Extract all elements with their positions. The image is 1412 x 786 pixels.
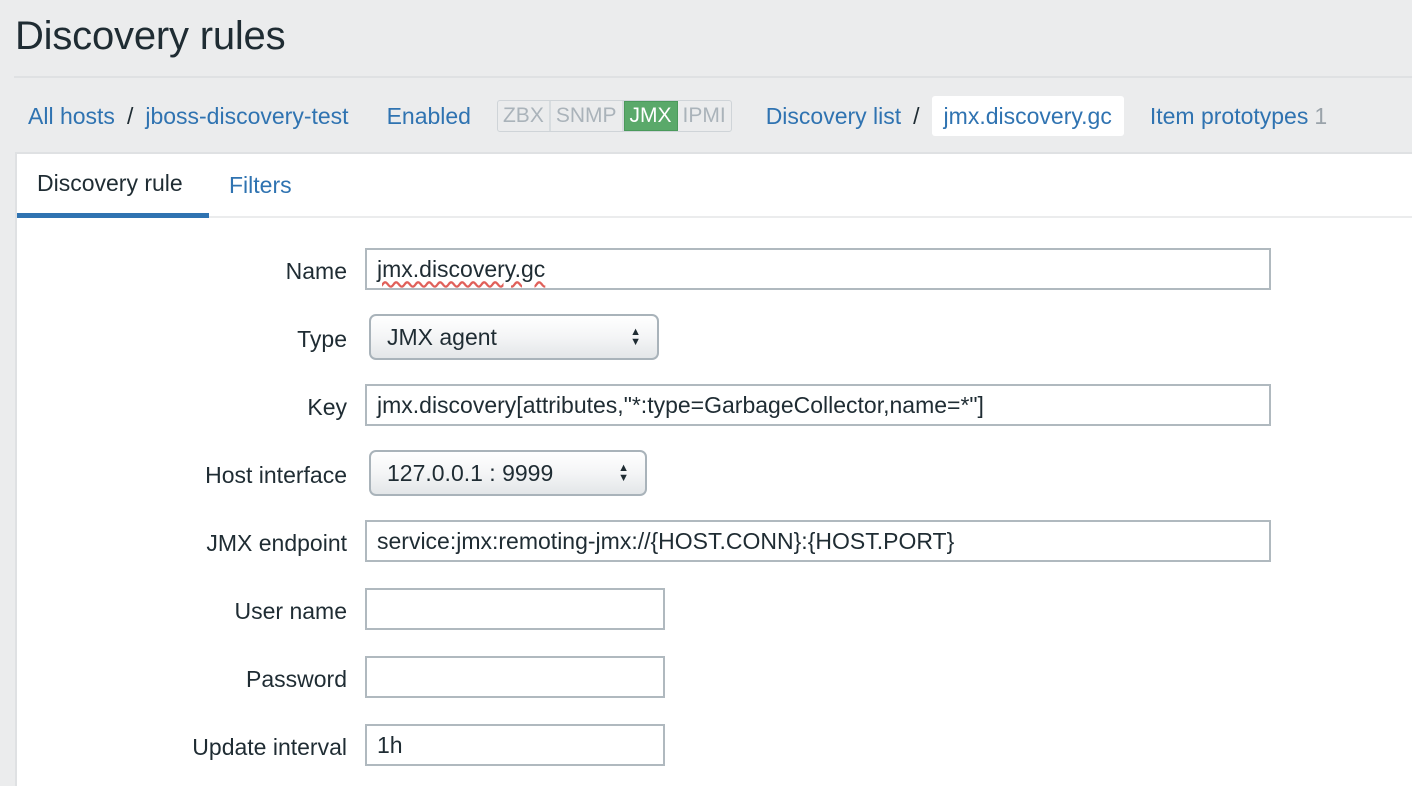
key-input[interactable]: jmx.discovery[attributes,"*:type=Garbage… [365,384,1271,426]
title-divider [14,76,1412,78]
form-row-user-name: User name [17,588,1412,634]
breadcrumb-separator: / [126,102,134,129]
all-hosts-link[interactable]: All hosts [28,103,115,130]
host-interface-label: Host interface [205,461,347,488]
update-interval-label: Update interval [192,733,347,760]
form-row-password: Password [17,656,1412,702]
form-row-key: Key jmx.discovery[attributes,"*:type=Gar… [17,384,1412,430]
select-arrows-icon: ▲ ▼ [630,326,641,348]
tab-bar: Discovery rule Filters [17,154,1412,218]
host-link[interactable]: jboss-discovery-test [145,103,348,130]
tab-discovery-rule[interactable]: Discovery rule [17,154,209,218]
discovery-list-link[interactable]: Discovery list [766,103,901,130]
name-input[interactable]: jmx.discovery.gc [365,248,1271,290]
availability-jmx: JMX [623,101,678,131]
key-label: Key [307,393,347,420]
availability-snmp: SNMP [551,101,624,131]
password-label: Password [246,665,347,692]
form-row-name: Name jmx.discovery.gc [17,248,1412,294]
tab-filters[interactable]: Filters [229,154,292,216]
form-row-jmx-endpoint: JMX endpoint service:jmx:remoting-jmx://… [17,520,1412,566]
page-title: Discovery rules [15,14,286,58]
availability-zbx: ZBX [498,101,551,131]
breadcrumb-separator: / [913,102,920,129]
form-row-host-interface: Host interface 127.0.0.1 : 9999 ▲ ▼ [17,450,1412,498]
type-value: JMX agent [387,323,497,350]
host-interface-select[interactable]: 127.0.0.1 : 9999 ▲ ▼ [369,450,647,496]
type-label: Type [297,325,347,352]
host-interface-value: 127.0.0.1 : 9999 [387,459,554,486]
update-interval-input[interactable]: 1h [365,724,665,766]
user-name-label: User name [234,597,347,624]
form-panel: Discovery rule Filters Name jmx.discover… [15,152,1412,786]
password-input[interactable] [365,656,665,698]
item-prototypes-label: Item prototypes [1149,102,1309,129]
jmx-endpoint-input[interactable]: service:jmx:remoting-jmx://{HOST.CONN}:{… [365,520,1271,562]
select-arrows-icon: ▲ ▼ [618,462,629,484]
name-label: Name [285,257,347,284]
form-row-update-interval: Update interval 1h [17,724,1412,770]
item-prototypes-count: 1 [1314,102,1328,129]
jmx-endpoint-label: JMX endpoint [206,529,347,556]
status-enabled-link[interactable]: Enabled [387,103,471,130]
current-rule-breadcrumb: jmx.discovery.gc [931,96,1124,136]
name-value: jmx.discovery.gc [377,255,546,282]
breadcrumb: All hosts / jboss-discovery-test Enabled… [28,94,1327,138]
item-prototypes-link[interactable]: Item prototypes 1 [1150,103,1327,130]
availability-ipmi: IPMI [682,104,726,127]
availability-indicators: ZBX SNMP JMX IPMI [496,100,732,132]
form-row-type: Type JMX agent ▲ ▼ [17,314,1412,362]
user-name-input[interactable] [365,588,665,630]
type-select[interactable]: JMX agent ▲ ▼ [369,314,659,360]
